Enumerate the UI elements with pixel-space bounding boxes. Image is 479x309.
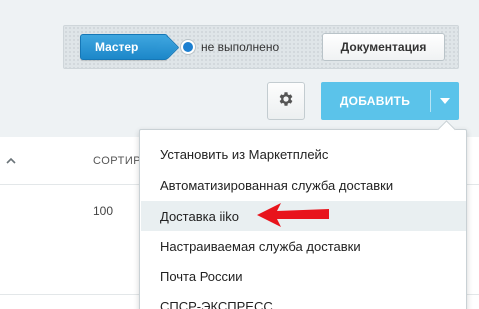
settings-button[interactable] [267,82,305,120]
documentation-button[interactable]: Документация [322,33,445,61]
menu-item-label: Доставка iiko [160,208,239,224]
menu-item-label: Настраиваемая служба доставки [160,238,361,254]
menu-item-automated-delivery[interactable]: Автоматизированная служба доставки [141,170,466,200]
menu-item-russian-post[interactable]: Почта России [141,261,466,291]
caret-down-icon[interactable] [431,82,459,120]
menu-item-spsr-express[interactable]: СПСР-ЭКСПРЕСС [141,291,466,309]
master-button-label: Мастер [95,40,139,54]
documentation-button-label: Документация [340,40,427,54]
table-cell-sort: 100 [93,204,114,218]
chevron-up-icon[interactable] [6,155,16,167]
add-button[interactable]: ДОБАВИТЬ [321,82,459,120]
add-button-label: ДОБАВИТЬ [339,94,411,108]
menu-item-custom-delivery[interactable]: Настраиваемая служба доставки [141,231,466,261]
status-text: не выполнено [201,40,280,54]
menu-item-label: Установить из Маркетплейс [160,146,329,162]
status-radio-icon [180,39,196,55]
master-button[interactable]: Мастер [80,34,168,60]
menu-item-marketplace[interactable]: Установить из Маркетплейс [141,139,466,169]
menu-item-label: Автоматизированная служба доставки [160,177,394,193]
menu-item-label: Почта России [160,268,243,284]
menu-item-label: СПСР-ЭКСПРЕСС [160,298,273,309]
gear-icon [277,90,295,113]
wizard-status: не выполнено [180,37,279,57]
column-header-sort[interactable]: СОРТИР [93,155,141,167]
red-arrow-icon [255,200,331,235]
